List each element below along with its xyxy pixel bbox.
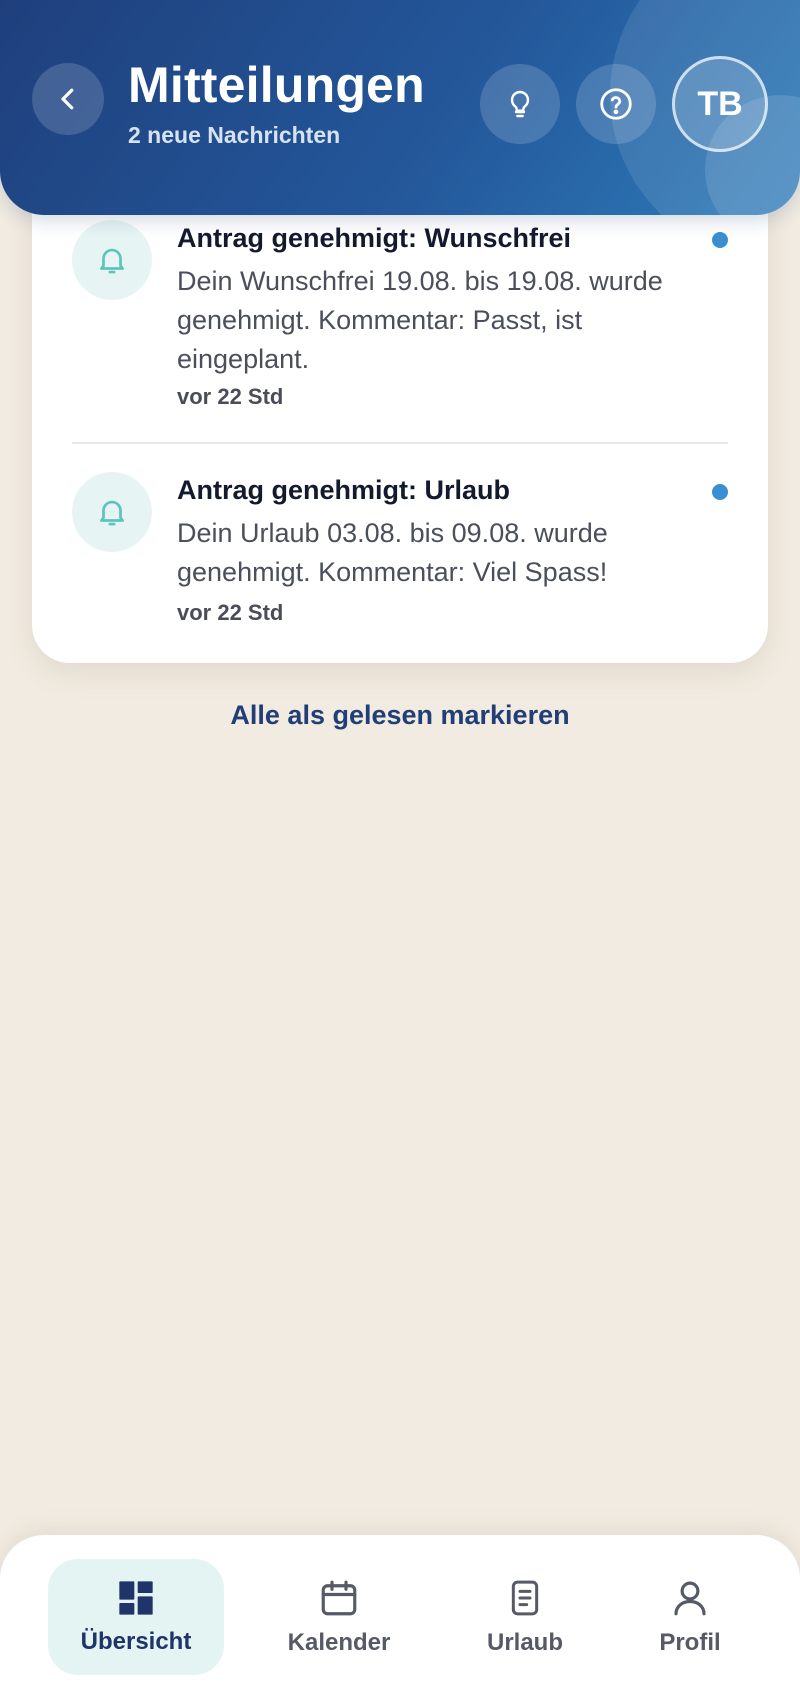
unread-dot: [712, 484, 728, 500]
divider: [72, 442, 728, 444]
notification-icon-wrap: [72, 220, 152, 300]
notification-icon-wrap: [72, 472, 152, 552]
bell-icon: [100, 500, 124, 526]
nav-label: Urlaub: [486, 1629, 563, 1656]
mark-all-read-button[interactable]: Alle als gelesen markieren: [0, 700, 800, 731]
lightbulb-icon: [510, 90, 530, 118]
page-title: Mitteilungen: [128, 57, 425, 113]
document-icon: [511, 1580, 539, 1616]
nav-label: Kalender: [287, 1629, 391, 1656]
nav-label: Übersicht: [80, 1628, 192, 1655]
help-button[interactable]: [576, 64, 656, 144]
help-circle-icon: [600, 88, 632, 120]
bell-icon: [100, 248, 124, 274]
nav-item-profile[interactable]: Profil: [615, 1559, 765, 1675]
dashboard-icon: [119, 1581, 153, 1615]
notification-title: Antrag genehmigt: Wunschfrei: [177, 223, 572, 253]
back-button[interactable]: [32, 63, 104, 135]
bottom-navigation: Übersicht Kalender Urlaub Profil: [0, 1535, 800, 1700]
user-icon: [674, 1581, 706, 1616]
nav-item-calendar[interactable]: Kalender: [254, 1559, 424, 1675]
app-header: Mitteilungen 2 neue Nachrichten TB: [0, 0, 800, 215]
notification-time: vor 22 Std: [177, 600, 284, 625]
notifications-card: Antrag genehmigt: Wunschfrei Dein Wunsch…: [32, 170, 768, 663]
notification-text: Dein Wunschfrei 19.08. bis 19.08. wurde …: [177, 266, 663, 374]
calendar-icon: [321, 1580, 357, 1616]
nav-label: Profil: [659, 1629, 721, 1656]
page-subtitle: 2 neue Nachrichten: [128, 122, 341, 148]
chevron-left-icon: [61, 88, 74, 110]
notification-title: Antrag genehmigt: Urlaub: [177, 475, 511, 505]
unread-dot: [712, 232, 728, 248]
notification-text: Dein Urlaub 03.08. bis 09.08. wurde gene…: [177, 518, 608, 587]
nav-item-overview[interactable]: Übersicht: [48, 1559, 224, 1675]
nav-item-vacation[interactable]: Urlaub: [440, 1559, 610, 1675]
tips-button[interactable]: [480, 64, 560, 144]
notification-time: vor 22 Std: [177, 384, 284, 409]
avatar[interactable]: TB: [672, 56, 768, 152]
